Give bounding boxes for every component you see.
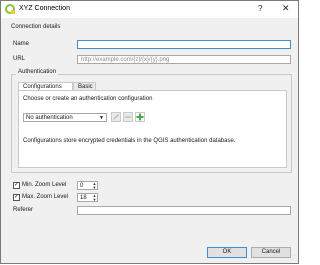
edit-config-button[interactable]	[111, 112, 121, 122]
chevron-down-icon: ▼	[99, 115, 104, 121]
url-label: URL	[13, 56, 26, 62]
add-icon	[136, 113, 144, 121]
cancel-button[interactable]: Cancel	[251, 247, 291, 258]
max-zoom-label: Max. Zoom Level	[22, 194, 69, 200]
max-zoom-spinbox[interactable]: 18 ▲ ▼	[77, 193, 98, 202]
connection-details-label: Connection details	[11, 24, 61, 30]
name-label: Name	[13, 41, 30, 47]
ok-button[interactable]: OK	[207, 247, 247, 258]
referer-input[interactable]	[77, 206, 291, 215]
auth-config-selected: No authentication	[26, 115, 73, 121]
min-zoom-checkbox[interactable]: ✓	[13, 182, 20, 189]
max-zoom-value: 18	[80, 195, 87, 201]
min-zoom-label: Min. Zoom Level	[22, 182, 67, 188]
max-zoom-checkbox[interactable]: ✓	[13, 194, 20, 201]
url-placeholder: http://example.com/{z}/{x}/{y}.png	[81, 57, 170, 63]
auth-config-select[interactable]: No authentication ▼	[23, 113, 107, 122]
remove-icon	[125, 116, 131, 118]
title-bar[interactable]: XYZ Connection ? ✕	[1, 1, 298, 18]
name-input[interactable]	[77, 40, 291, 49]
authentication-group-title: Authentication	[16, 69, 59, 75]
dialog-body: Connection details Name URL http://examp…	[2, 18, 297, 263]
auth-prompt: Choose or create an authentication confi…	[23, 96, 153, 102]
remove-config-button[interactable]	[123, 112, 133, 122]
qgis-icon	[5, 4, 15, 14]
min-zoom-value: 0	[80, 183, 84, 189]
min-zoom-spinbox[interactable]: 0 ▲ ▼	[77, 181, 98, 190]
add-config-button[interactable]	[135, 112, 145, 122]
pencil-icon	[113, 114, 119, 120]
resize-grip-icon[interactable]: ⋰	[290, 255, 295, 261]
spin-down-icon[interactable]: ▼	[92, 185, 97, 190]
url-input[interactable]: http://example.com/{z}/{x}/{y}.png	[77, 55, 291, 64]
spin-down-icon[interactable]: ▼	[92, 197, 97, 202]
help-button[interactable]: ?	[258, 4, 262, 13]
xyz-connection-dialog: XYZ Connection ? ✕ Connection details Na…	[0, 0, 299, 264]
auth-info-text: Configurations store encrypted credentia…	[23, 138, 236, 144]
configurations-pane: Choose or create an authentication confi…	[18, 90, 287, 168]
close-button[interactable]: ✕	[282, 3, 290, 14]
window-title: XYZ Connection	[19, 5, 70, 12]
referer-label: Referer	[13, 207, 34, 213]
